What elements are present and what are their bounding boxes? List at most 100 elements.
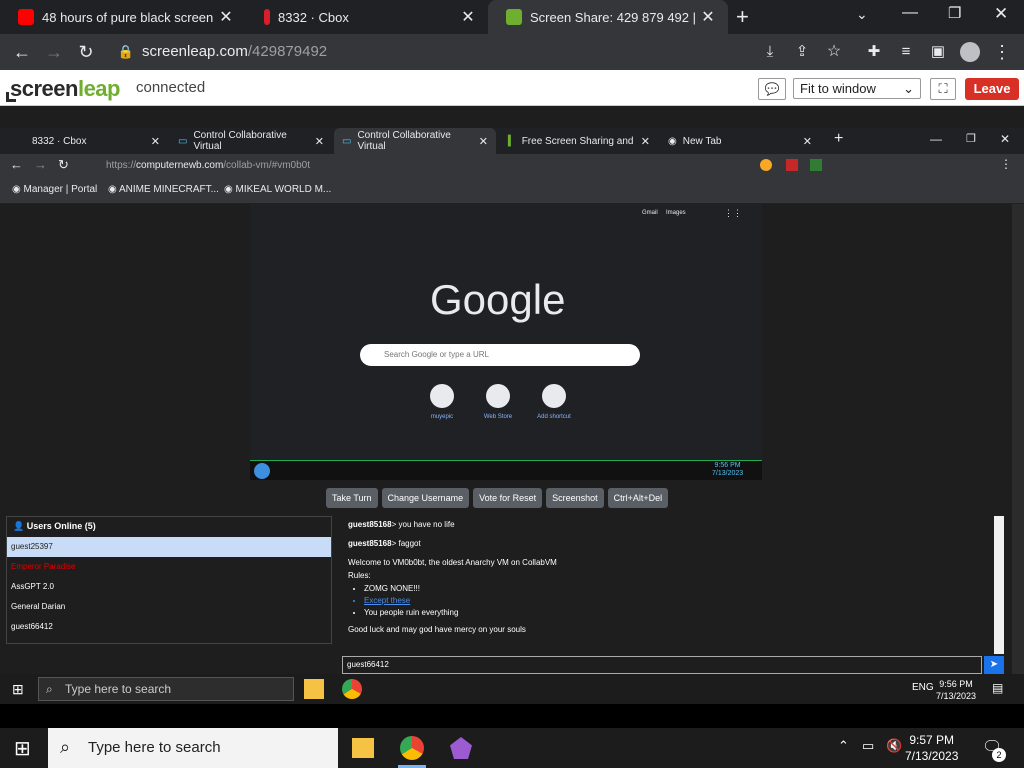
lock-icon[interactable]: 🔒: [112, 34, 140, 70]
url-field[interactable]: screenleap.com/429879492: [142, 34, 327, 70]
volume-muted-icon[interactable]: 🔇: [886, 738, 902, 754]
chat-log: guest85168> you have no life guest85168>…: [342, 516, 992, 654]
user-item[interactable]: guest25397: [7, 537, 331, 557]
add-shortcut[interactable]: Add shortcut: [524, 384, 584, 420]
notification-count-badge: 2: [992, 748, 1006, 762]
close-icon[interactable]: ✕: [458, 7, 478, 27]
bookmark-star-icon[interactable]: ☆: [820, 34, 848, 70]
remote-tab-newtab[interactable]: ◉ New Tab ✕: [660, 128, 820, 154]
send-button[interactable]: ➤: [984, 656, 1004, 674]
restore-button[interactable]: ❐: [948, 4, 961, 22]
close-icon: ✕: [640, 135, 650, 148]
url-path: /429879492: [247, 43, 328, 60]
back-icon[interactable]: ←: [8, 34, 36, 70]
back-icon[interactable]: ←: [10, 157, 23, 172]
user-item[interactable]: Emperor Paradise: [7, 557, 331, 577]
chevron-up-icon[interactable]: ⌃: [838, 738, 849, 754]
remote-taskbar: ⊞ Type here to search ⌕ ENG 9:56 PM 7/13/…: [0, 674, 1024, 704]
change-username-button[interactable]: Change Username: [381, 488, 470, 508]
user-item[interactable]: General Darian: [7, 597, 331, 617]
new-tab-button[interactable]: +: [834, 130, 843, 148]
rule-item: You people ruin everything: [364, 608, 986, 617]
reload-icon[interactable]: ↻: [58, 157, 69, 173]
chat-bubble-icon[interactable]: 💬: [758, 78, 786, 100]
ctrl-alt-del-button[interactable]: Ctrl+Alt+Del: [607, 488, 669, 508]
media-icon[interactable]: ≡: [892, 34, 920, 70]
extensions-icon[interactable]: ✚: [860, 34, 888, 70]
profile-avatar[interactable]: [960, 42, 980, 62]
leave-button[interactable]: Leave: [965, 78, 1019, 100]
sidepanel-icon[interactable]: ▣: [924, 34, 952, 70]
images-link[interactable]: Images: [666, 210, 686, 216]
shared-screen[interactable]: 8332 · Cbox ✕ ▭ Control Collaborative Virt…: [0, 106, 1024, 704]
notification-icon[interactable]: ▤: [992, 681, 1003, 695]
users-online-panel: 👤 Users Online (5) guest25397 Emperor Pa…: [6, 516, 332, 644]
new-tab-button[interactable]: +: [736, 4, 749, 30]
remote-url[interactable]: https://computernewb.com/collab-vm/#vm0b…: [106, 160, 310, 171]
apps-grid-icon[interactable]: ⋮⋮: [724, 208, 742, 219]
forward-icon[interactable]: →: [34, 157, 47, 172]
take-turn-button[interactable]: Take Turn: [326, 488, 378, 508]
tab-cbox[interactable]: 8332 · Cbox ✕: [246, 0, 488, 34]
tab-search-icon[interactable]: ⌄: [856, 6, 868, 23]
bookmark-item[interactable]: ◉ ANIME MINECRAFT...: [108, 184, 219, 195]
menu-icon[interactable]: ⋮: [988, 34, 1016, 70]
user-item[interactable]: AssGPT 2.0: [7, 577, 331, 597]
language-indicator[interactable]: ENG: [912, 682, 934, 693]
system-clock[interactable]: 9:57 PM 7/13/2023: [905, 732, 958, 764]
minimize-button[interactable]: —: [902, 4, 918, 22]
share-icon[interactable]: ⇪: [788, 34, 816, 70]
chat-input[interactable]: guest66412: [342, 656, 982, 674]
windows-start-icon[interactable]: ⊞: [14, 736, 31, 761]
chrome-icon[interactable]: [400, 736, 424, 760]
file-explorer-icon[interactable]: [352, 738, 374, 758]
minimize-button[interactable]: —: [930, 132, 942, 146]
network-icon[interactable]: ▭: [862, 738, 874, 754]
fit-select[interactable]: Fit to window ⌄: [793, 78, 921, 99]
forward-icon[interactable]: →: [40, 34, 68, 70]
install-icon[interactable]: ⤓: [756, 34, 784, 70]
rule-item: ZOMG NONE!!!: [364, 584, 986, 593]
address-toolbar: ← → ↻ 🔒 screenleap.com/429879492 ⤓ ⇪ ☆ ✚…: [0, 34, 1024, 70]
google-search-input[interactable]: Search Google or type a URL: [360, 344, 640, 366]
remote-tab-screenleap[interactable]: ▍ Free Screen Sharing and ✕: [500, 128, 658, 154]
shortcut-item[interactable]: muyepic: [412, 384, 472, 420]
chat-scrollbar[interactable]: [994, 516, 1004, 654]
goodluck-text: Good luck and may god have mercy on your…: [348, 625, 526, 634]
extension-icon[interactable]: [760, 159, 772, 171]
extension-icon[interactable]: [810, 159, 822, 171]
remote-search-input[interactable]: Type here to search: [38, 677, 294, 701]
taskbar-search-input[interactable]: Type here to search: [48, 728, 338, 768]
menu-icon[interactable]: ⋮: [1000, 157, 1012, 171]
user-item[interactable]: guest66412: [7, 617, 331, 637]
screenshot-button[interactable]: Screenshot: [546, 488, 604, 508]
vm-controls: Take Turn Change Username Vote for Reset…: [326, 488, 669, 508]
close-icon[interactable]: ✕: [698, 7, 718, 27]
shortcut-item[interactable]: Web Store: [468, 384, 528, 420]
restore-button[interactable]: ❐: [966, 132, 976, 145]
page-scrollbar[interactable]: [1012, 204, 1024, 674]
extension-icon[interactable]: [786, 159, 798, 171]
close-icon[interactable]: ✕: [216, 7, 236, 27]
tab-screenleap[interactable]: Screen Share: 429 879 492 | Scre ✕: [488, 0, 728, 34]
tab-youtube[interactable]: 48 hours of pure black screen in ✕: [0, 0, 246, 34]
bookmark-item[interactable]: ◉ Manager | Portal: [12, 184, 97, 195]
app-icon[interactable]: [450, 737, 472, 759]
remote-tab-collabvm-1[interactable]: ▭ Control Collaborative Virtual ✕: [170, 128, 332, 154]
windows-start-icon[interactable]: ⊞: [12, 681, 24, 698]
file-explorer-icon[interactable]: [304, 679, 324, 699]
vote-reset-button[interactable]: Vote for Reset: [473, 488, 543, 508]
gmail-link[interactable]: Gmail: [642, 210, 658, 216]
remote-tab-collabvm-2[interactable]: ▭ Control Collaborative Virtual ✕: [334, 128, 496, 154]
reload-icon[interactable]: ↻: [72, 34, 100, 70]
vm-start-icon[interactable]: [254, 463, 270, 479]
fullscreen-icon[interactable]: ⛶: [930, 78, 956, 100]
close-window-button[interactable]: ✕: [1000, 132, 1010, 146]
close-window-button[interactable]: ✕: [994, 4, 1008, 24]
remote-clock[interactable]: 9:56 PM 7/13/2023: [936, 678, 976, 702]
bookmark-item[interactable]: ◉ MIKEAL WORLD M...: [224, 184, 331, 195]
chrome-icon[interactable]: [342, 679, 362, 699]
remote-tab-cbox[interactable]: 8332 · Cbox ✕: [24, 128, 168, 154]
vm-screen[interactable]: Gmail Images ⋮⋮ Google Search Google or …: [250, 204, 762, 480]
rule-link[interactable]: Except these: [364, 596, 986, 605]
